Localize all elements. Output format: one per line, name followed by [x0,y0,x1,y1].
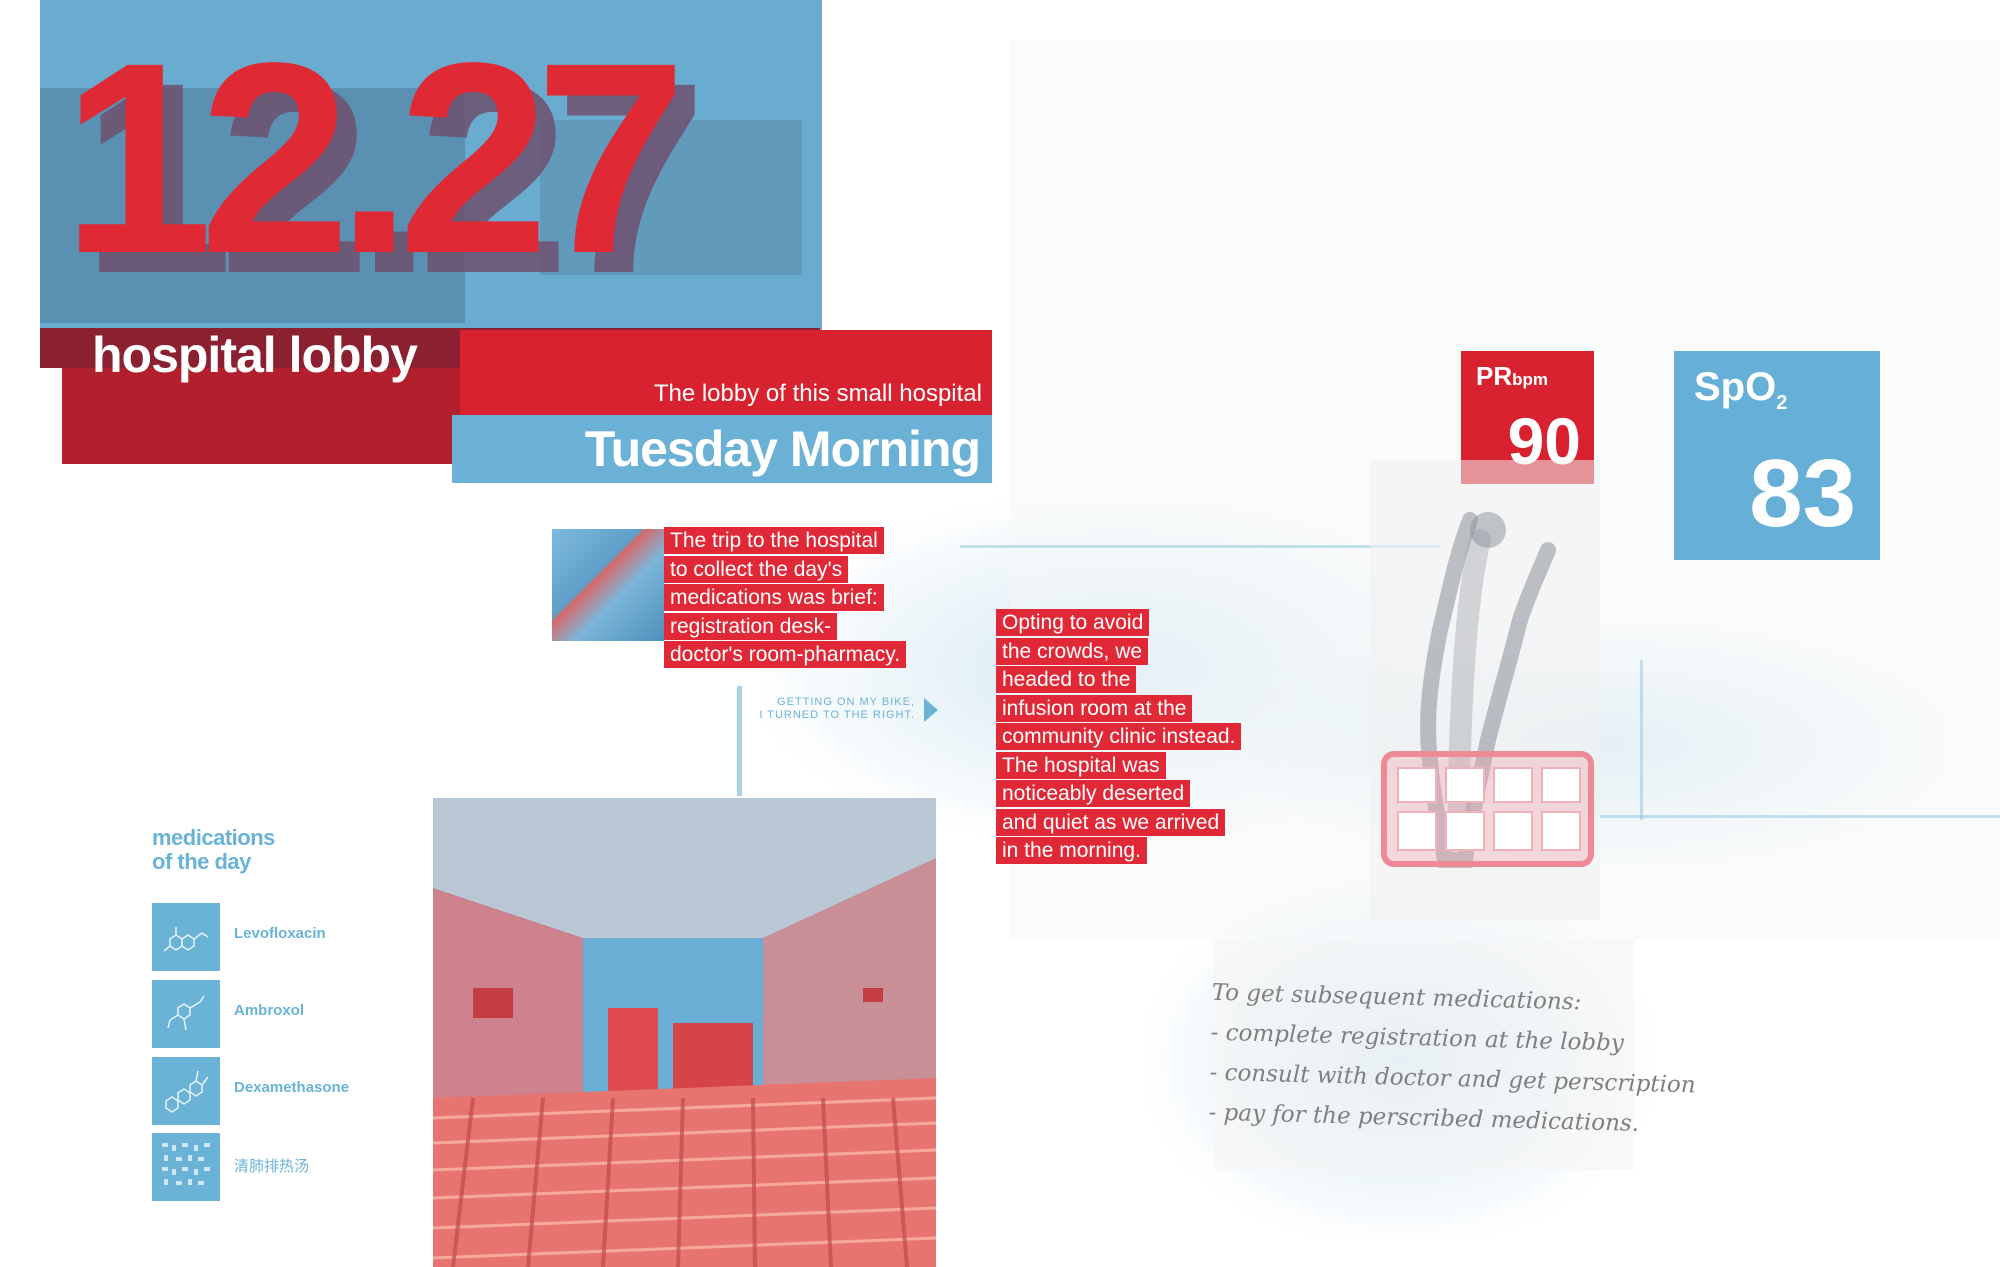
route-note-line: GETTING ON MY BIKE, [777,696,915,708]
caption-line: to collect the day's [664,555,849,583]
herbal-grid-icon [152,1133,220,1201]
pulse-rate-unit: bpm [1512,370,1549,389]
caption-line: infusion room at the [996,694,1193,722]
oxygen-saturation-card: SpO2 83 [1674,351,1880,560]
location-description: The lobby of this small hospital [653,380,982,407]
molecule-icon [152,980,220,1048]
molecule-icon [152,1057,220,1125]
window-sketch [1381,751,1594,867]
right-arrow-icon [924,698,938,722]
caption-line: the crowds, we [996,637,1149,665]
caption-line: Opting to avoid [996,609,1150,636]
day-time-label: Tuesday Morning [584,421,981,477]
medication-name: Ambroxol [234,1002,305,1019]
caption-line: doctor's room-pharmacy. [664,641,907,668]
clinic-caption: Opting to avoid the crowds, we headed to… [996,609,1286,866]
oxygen-saturation-label: SpO2 [1694,365,1788,414]
medication-name: Dexamethasone [234,1079,350,1096]
background-line [1640,660,1643,820]
location-title: hospital lobby [92,327,418,383]
caption-line: The trip to the hospital [664,527,884,554]
caption-line: noticeably deserted [996,780,1191,807]
handwritten-note: To get subsequent medications: - complet… [1208,973,1772,1148]
route-note-line: I TURNED TO THE RIGHT. [759,709,915,721]
lobby-thumbnail [552,529,664,641]
date-title: 12.27 [62,6,687,310]
caption-line: in the morning. [996,837,1147,864]
caption-line: The hospital was [996,751,1166,779]
route-note: GETTING ON MY BIKE, I TURNED TO THE RIGH… [735,696,915,722]
background-line [960,545,1440,548]
medication-name: 清肺排热汤 [234,1158,310,1175]
caption-line: registration desk- [664,612,838,640]
caption-line: community clinic instead. [996,723,1242,750]
medication-name: Levofloxacin [234,925,326,942]
background-line [1600,815,2000,818]
medications-heading: medications of the day [152,825,275,874]
lobby-photo [433,798,936,1267]
oxygen-saturation-value: 83 [1749,440,1856,547]
caption-line: medications was brief: [664,584,884,611]
molecule-icon [152,903,220,971]
caption-line: and quiet as we arrived [996,808,1226,836]
pulse-rate-label: PRbpm [1476,361,1549,391]
trip-caption: The trip to the hospital to collect the … [664,527,954,670]
caption-line: headed to the [996,666,1137,693]
